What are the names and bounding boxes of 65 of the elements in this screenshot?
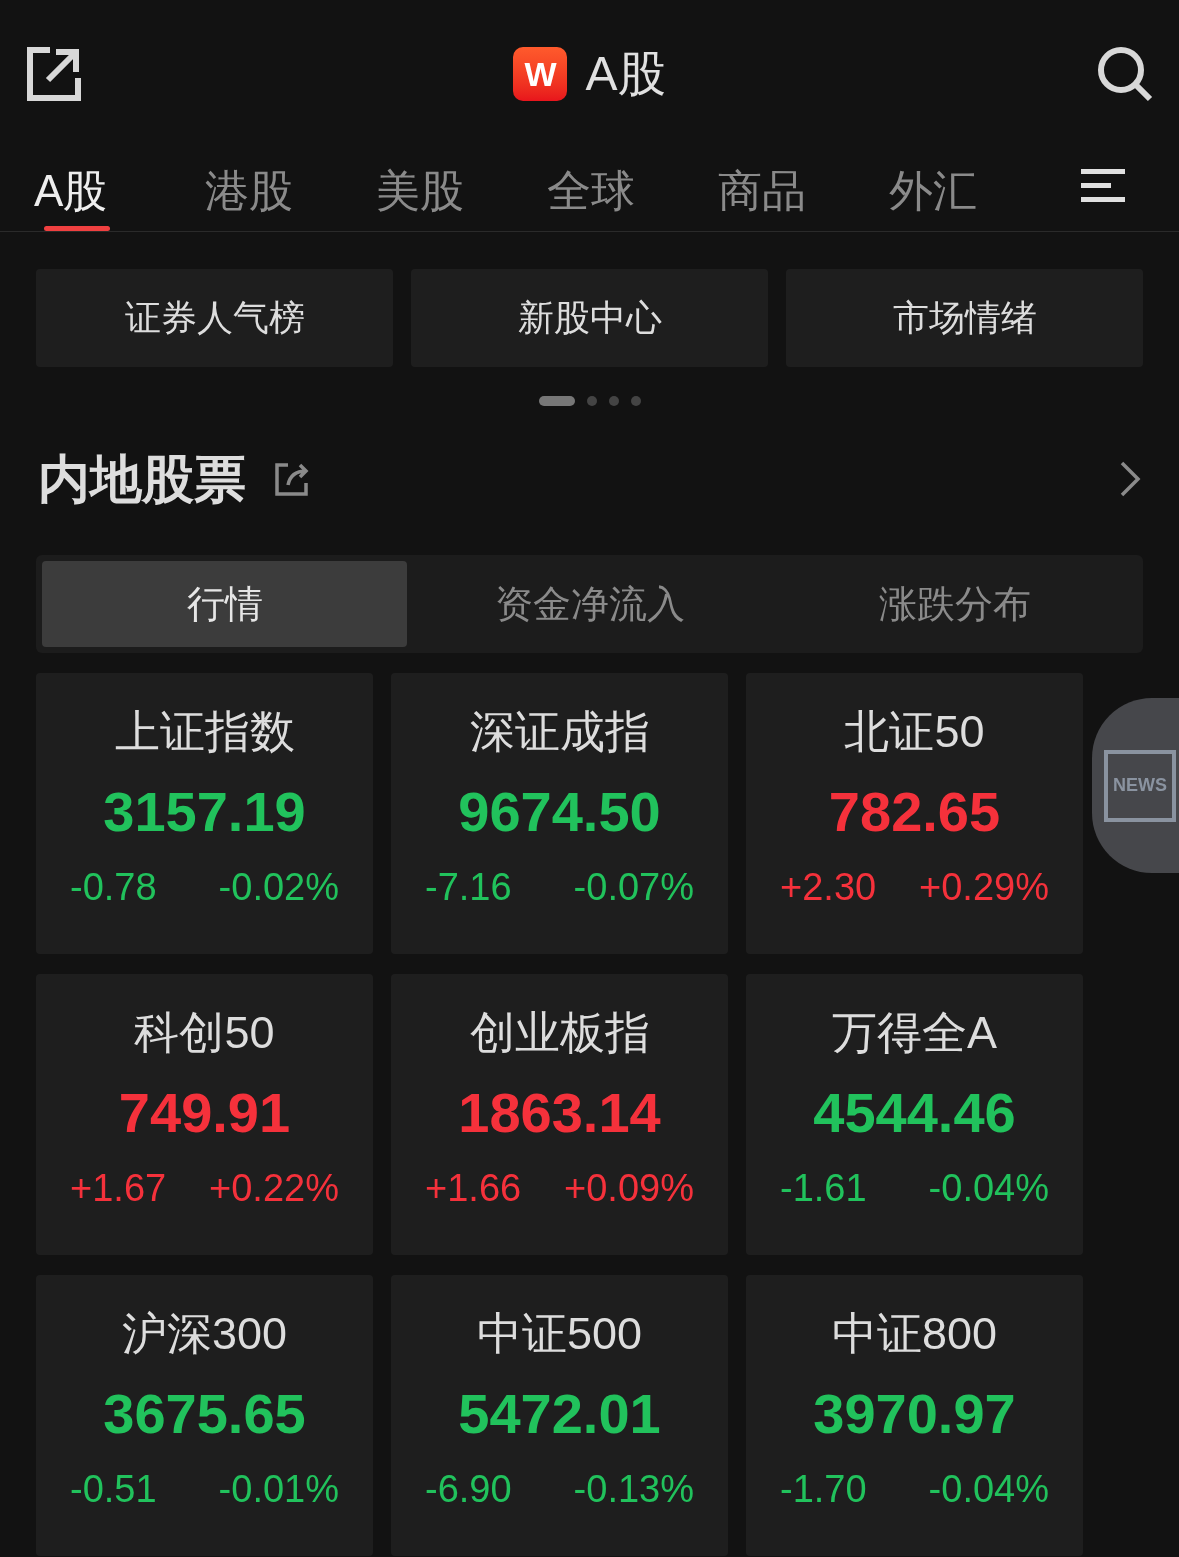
index-value: 3970.97 — [813, 1386, 1016, 1442]
index-percent: +0.22% — [209, 1169, 339, 1207]
index-percent: -0.04% — [928, 1169, 1049, 1207]
index-percent: -0.04% — [928, 1470, 1049, 1508]
index-percent: -0.02% — [218, 868, 339, 906]
shortcut-button[interactable]: 市场情绪 — [786, 269, 1143, 367]
index-card[interactable]: 万得全A 4544.46 -1.61 -0.04% — [746, 974, 1083, 1255]
index-value: 3157.19 — [103, 784, 306, 840]
index-card[interactable]: 上证指数 3157.19 -0.78 -0.02% — [36, 673, 373, 954]
index-name: 北证50 — [844, 709, 985, 754]
shortcut-button[interactable]: 证券人气榜 — [36, 269, 393, 367]
share-icon[interactable] — [274, 461, 310, 497]
index-change: -6.90 — [425, 1470, 512, 1508]
index-percent: +0.09% — [564, 1169, 694, 1207]
window-title: A股 — [585, 50, 666, 98]
market-tab[interactable]: 全球 — [547, 169, 718, 231]
index-name: 深证成指 — [469, 709, 650, 754]
index-change: -1.70 — [780, 1470, 867, 1508]
index-change: -7.16 — [425, 868, 512, 906]
index-value: 1863.14 — [458, 1085, 661, 1141]
index-card[interactable]: 深证成指 9674.50 -7.16 -0.07% — [391, 673, 728, 954]
index-change: -0.78 — [70, 868, 157, 906]
segment-tab[interactable]: 涨跌分布 — [772, 561, 1137, 647]
index-card[interactable]: 沪深300 3675.65 -0.51 -0.01% — [36, 1275, 373, 1556]
chevron-right-icon[interactable] — [1119, 460, 1141, 498]
segment-tab[interactable]: 行情 — [42, 561, 407, 647]
search-icon[interactable] — [1097, 46, 1153, 102]
index-card[interactable]: 中证800 3970.97 -1.70 -0.04% — [746, 1275, 1083, 1556]
index-change: -1.61 — [780, 1169, 867, 1207]
market-tab[interactable]: A股 — [34, 169, 205, 231]
index-value: 9674.50 — [458, 784, 661, 840]
app-logo: W — [513, 47, 568, 101]
index-percent: -0.13% — [573, 1470, 694, 1508]
index-card[interactable]: 中证500 5472.01 -6.90 -0.13% — [391, 1275, 728, 1556]
menu-icon[interactable] — [1081, 169, 1125, 203]
segment-tab[interactable]: 资金净流入 — [407, 561, 772, 647]
market-tab[interactable]: 美股 — [376, 169, 547, 231]
market-tab[interactable]: 外汇 — [889, 169, 1060, 231]
section-title: 内地股票 — [38, 453, 246, 505]
share-icon[interactable] — [26, 46, 82, 102]
index-name: 中证500 — [476, 1311, 643, 1356]
index-name: 创业板指 — [469, 1010, 650, 1055]
index-value: 3675.65 — [103, 1386, 306, 1442]
index-percent: -0.01% — [218, 1470, 339, 1508]
index-change: +2.30 — [780, 868, 877, 906]
index-card[interactable]: 北证50 782.65 +2.30 +0.29% — [746, 673, 1083, 954]
index-name: 沪深300 — [121, 1311, 288, 1356]
index-percent: -0.07% — [573, 868, 694, 906]
index-name: 上证指数 — [114, 709, 295, 754]
index-value: 4544.46 — [813, 1085, 1016, 1141]
index-value: 782.65 — [828, 784, 1001, 840]
shortcut-button[interactable]: 新股中心 — [411, 269, 768, 367]
index-change: +1.67 — [70, 1169, 167, 1207]
index-card[interactable]: 科创50 749.91 +1.67 +0.22% — [36, 974, 373, 1255]
market-tab[interactable]: 港股 — [205, 169, 376, 231]
index-card[interactable]: 创业板指 1863.14 +1.66 +0.09% — [391, 974, 728, 1255]
index-percent: +0.29% — [919, 868, 1049, 906]
index-change: +1.66 — [425, 1169, 522, 1207]
index-name: 科创50 — [134, 1010, 275, 1055]
index-value: 749.91 — [118, 1085, 291, 1141]
index-name: 万得全A — [832, 1010, 997, 1055]
index-value: 5472.01 — [458, 1386, 661, 1442]
index-name: 中证800 — [831, 1311, 998, 1356]
market-tab[interactable]: 商品 — [718, 169, 889, 231]
index-change: -0.51 — [70, 1470, 157, 1508]
